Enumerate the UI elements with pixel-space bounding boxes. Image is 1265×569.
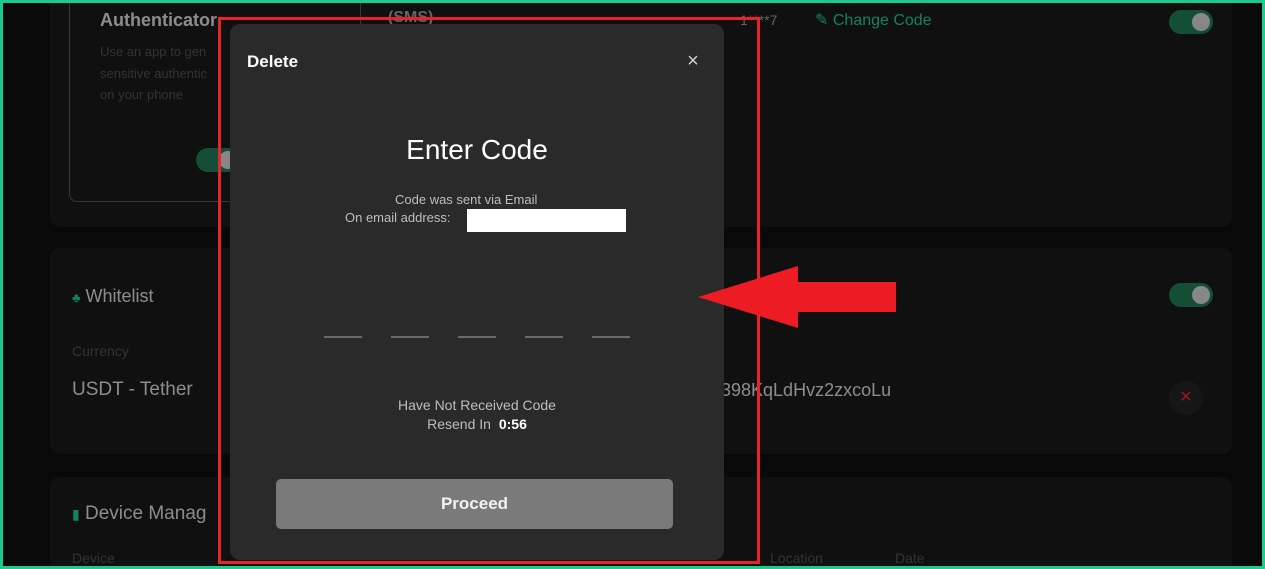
annotation-arrow xyxy=(698,266,896,328)
annotation-highlight-box xyxy=(218,17,760,564)
